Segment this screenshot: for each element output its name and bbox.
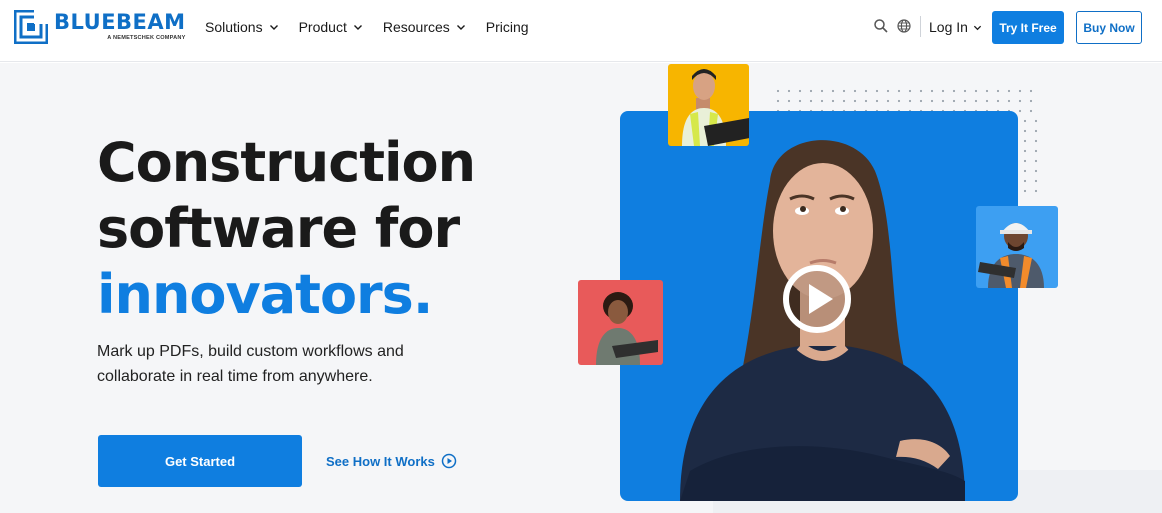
bluebeam-logo[interactable]: BLUEBEAM A NEMETSCHEK COMPANY [14, 10, 186, 44]
worker-safety-vest-image [668, 64, 749, 146]
globe-icon[interactable] [896, 18, 912, 34]
search-icon[interactable] [873, 18, 889, 34]
nav-item-resources[interactable]: Resources [383, 18, 466, 36]
logo-tagline: A NEMETSCHEK COMPANY [107, 35, 186, 41]
play-circle-icon [441, 453, 457, 469]
header-divider [920, 16, 921, 37]
chevron-down-icon [353, 25, 362, 30]
nav-item-product[interactable]: Product [299, 18, 363, 36]
main-nav: Solutions Product Resources Pricing [205, 18, 549, 36]
chevron-down-icon [269, 25, 278, 30]
login-label: Log In [929, 19, 968, 35]
nav-item-label: Resources [382, 19, 450, 35]
headline-accent: innovators. [97, 263, 433, 326]
try-it-free-button[interactable]: Try It Free [992, 11, 1064, 44]
get-started-button[interactable]: Get Started [98, 435, 302, 487]
nav-item-pricing[interactable]: Pricing [486, 18, 529, 36]
bluebeam-logo-mark-icon [14, 10, 48, 44]
woman-tablet-image [578, 280, 663, 365]
nav-item-label: Solutions [205, 19, 263, 35]
headline-line-1: Construction [97, 131, 476, 194]
site-header: BLUEBEAM A NEMETSCHEK COMPANY Solutions … [0, 0, 1162, 62]
chevron-down-icon [456, 25, 465, 30]
chevron-down-icon [973, 25, 982, 30]
worker-hardhat-image [976, 206, 1058, 288]
play-video-icon[interactable] [781, 263, 853, 335]
login-menu[interactable]: Log In [929, 19, 982, 35]
headline-line-2: software for [97, 197, 460, 260]
see-how-it-works-link[interactable]: See How It Works [326, 453, 457, 469]
buy-now-button[interactable]: Buy Now [1076, 11, 1142, 44]
nav-item-label: Pricing [485, 19, 529, 35]
hero-headline: Construction software for innovators. [97, 130, 476, 328]
see-how-label: See How It Works [326, 453, 435, 469]
nav-item-solutions[interactable]: Solutions [205, 18, 279, 36]
logo-wordmark: BLUEBEAM [54, 10, 186, 34]
hero-subtext: Mark up PDFs, build custom workflows and… [97, 343, 404, 385]
nav-item-label: Product [298, 19, 347, 35]
